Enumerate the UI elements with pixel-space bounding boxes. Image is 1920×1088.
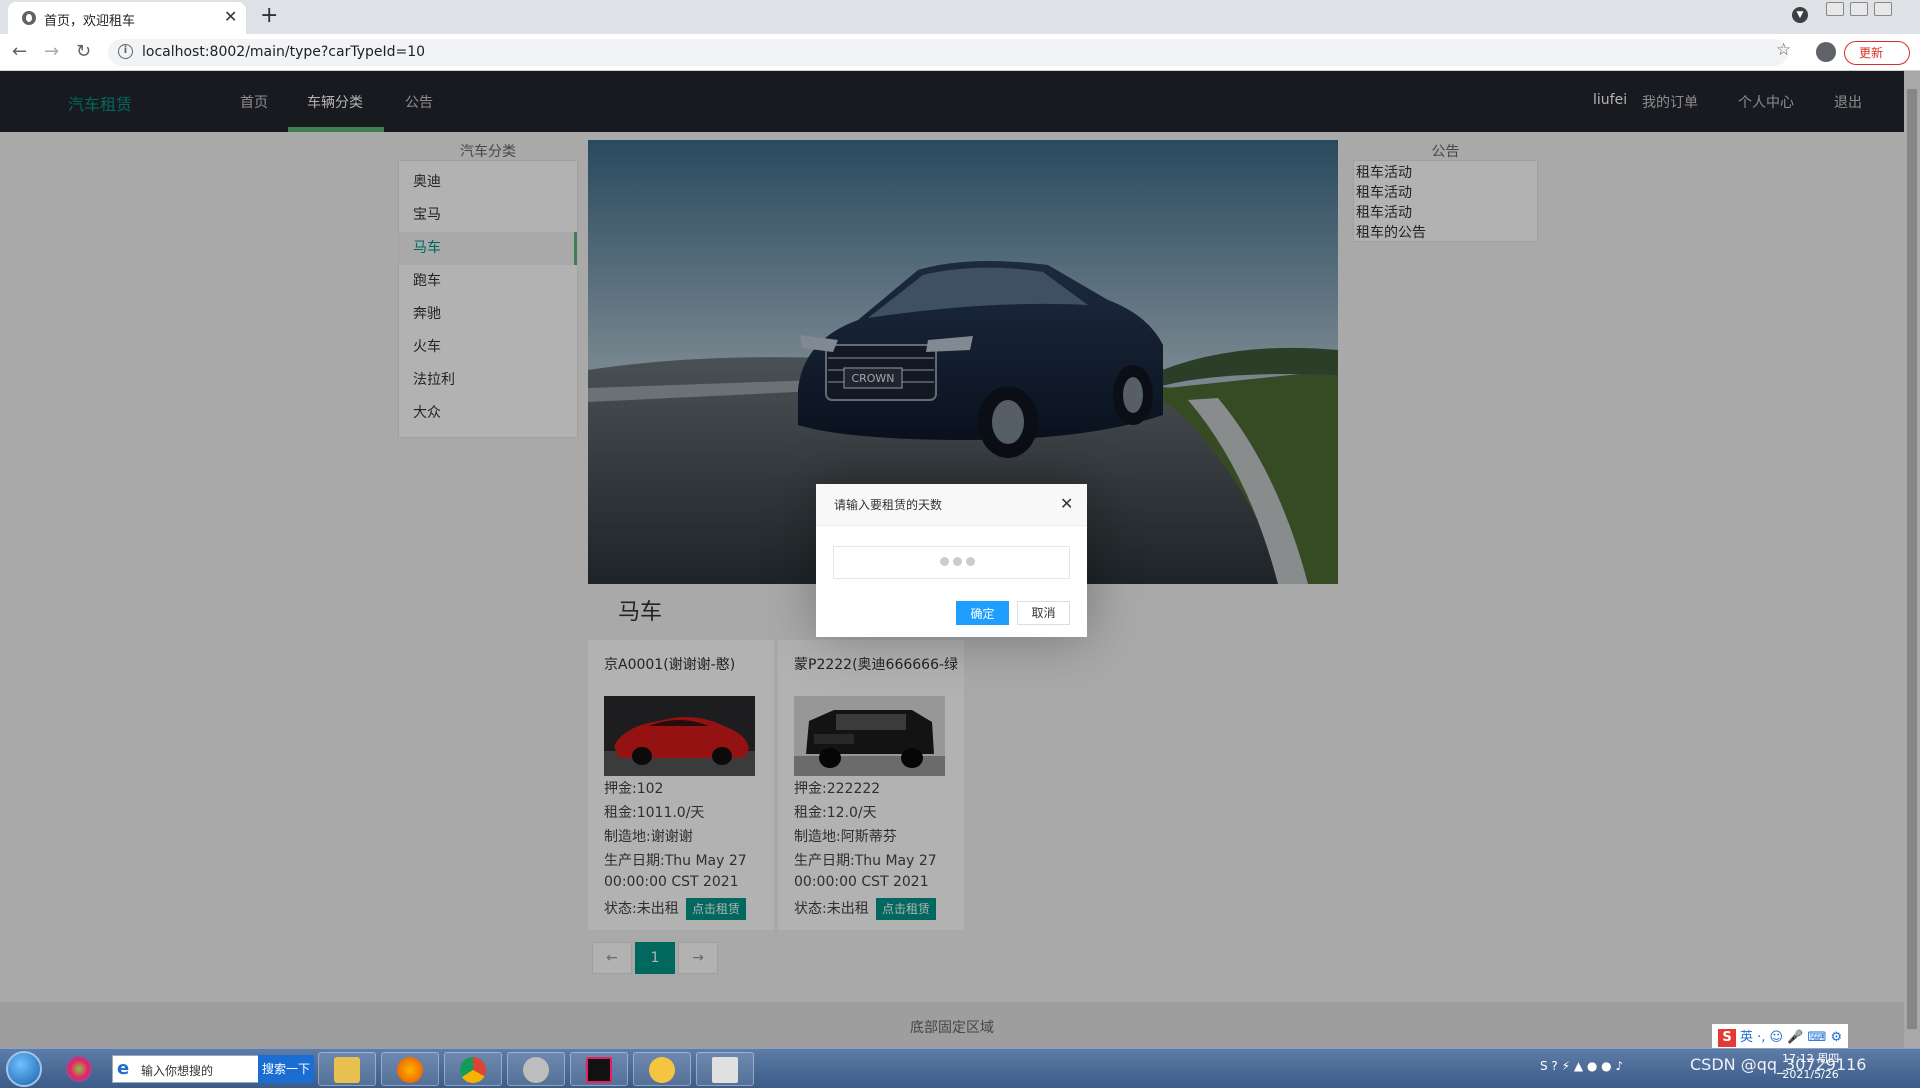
folder-icon[interactable] (633, 1052, 691, 1086)
address-bar: ← → ↻ i localhost:8002/main/type?carType… (0, 34, 1920, 71)
forward-icon[interactable]: → (44, 41, 59, 62)
ime-toolbar[interactable]: S英 ·, ☺ 🎤 ⌨ ⚙ (1712, 1024, 1849, 1048)
window-close-icon[interactable] (1874, 2, 1892, 16)
sogou-ime-icon[interactable]: S (1718, 1029, 1736, 1047)
intellij-idea-icon[interactable] (570, 1052, 628, 1086)
tab-search-icon[interactable]: ▼ (1792, 7, 1808, 23)
file-explorer-icon[interactable] (318, 1052, 376, 1086)
search-placeholder: 输入你想搜的 (141, 1064, 214, 1078)
reload-icon[interactable]: ↻ (76, 41, 91, 62)
ime-tools-icon[interactable]: ·, ☺ 🎤 ⌨ ⚙ (1757, 1030, 1842, 1045)
loading-indicator (940, 554, 979, 570)
url-text: localhost:8002/main/type?carTypeId=10 (142, 44, 426, 60)
firefox-icon[interactable] (381, 1052, 439, 1086)
close-tab-icon[interactable]: ✕ (224, 7, 237, 26)
back-icon[interactable]: ← (12, 41, 27, 62)
dialog-close-icon[interactable]: ✕ (1060, 494, 1073, 513)
url-field[interactable]: i localhost:8002/main/type?carTypeId=10 (108, 39, 1788, 66)
browser-tabbar: 首页，欢迎租车 ✕ + ▼ (0, 0, 1920, 34)
confirm-button[interactable]: 确定 (956, 601, 1009, 625)
taskbar-search-input[interactable]: e 输入你想搜的 (112, 1055, 260, 1083)
globe-icon (22, 11, 36, 25)
tab-title: 首页，欢迎租车 (44, 14, 136, 29)
rent-days-dialog: 请输入要租赁的天数 ✕ 确定 取消 (816, 484, 1087, 637)
minimize-icon[interactable] (1826, 2, 1844, 16)
dialog-title: 请输入要租赁的天数 (816, 484, 1087, 526)
color-balls-icon[interactable] (56, 1052, 104, 1086)
info-icon[interactable]: i (118, 44, 133, 59)
browser-tab[interactable]: 首页，欢迎租车 ✕ (8, 2, 246, 34)
ie-icon: e (117, 1058, 130, 1079)
app-window-icon[interactable] (696, 1052, 754, 1086)
search-button[interactable]: 搜索一下 (258, 1055, 314, 1083)
ime-language[interactable]: 英 (1740, 1030, 1753, 1045)
cancel-button[interactable]: 取消 (1017, 601, 1070, 625)
new-tab-icon[interactable]: + (260, 3, 278, 28)
start-button-icon[interactable] (6, 1051, 42, 1087)
windows-taskbar: e 输入你想搜的 搜索一下 S ? ⚡ ▲ ● ● ♪ 17:12 周四 202… (0, 1048, 1920, 1088)
profile-icon[interactable] (1816, 42, 1836, 62)
avatar-app-icon[interactable] (507, 1052, 565, 1086)
system-tray-icons[interactable]: S ? ⚡ ▲ ● ● ♪ (1540, 1059, 1623, 1073)
watermark: CSDN @qq_30729116 (1690, 1055, 1867, 1074)
chrome-icon[interactable] (444, 1052, 502, 1086)
bookmark-star-icon[interactable]: ☆ (1776, 40, 1791, 60)
update-button[interactable]: 更新 (1844, 41, 1910, 65)
restore-icon[interactable] (1850, 2, 1868, 16)
